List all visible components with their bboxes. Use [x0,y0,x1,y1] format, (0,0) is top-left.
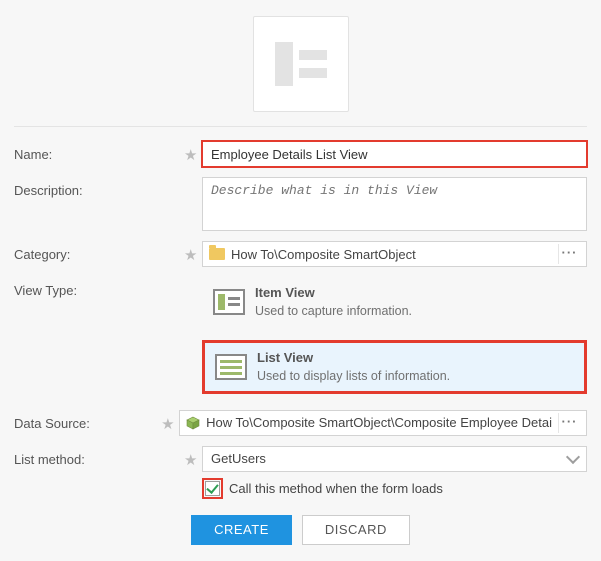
required-star-icon: ★ [184,141,196,164]
header-icon-area [14,10,587,126]
view-type-item[interactable]: Item View Used to capture information. [202,277,587,326]
label-view-type: View Type: [14,277,184,298]
create-button[interactable]: CREATE [191,515,292,545]
divider [14,126,587,127]
folder-icon [209,248,225,260]
view-type-desc: Used to capture information. [255,303,412,320]
browse-icon[interactable]: ··· [558,413,580,433]
label-data-source: Data Source: [14,410,161,431]
smartobject-icon [186,416,200,430]
label-name: Name: [14,141,184,162]
view-type-desc: Used to display lists of information. [257,368,450,385]
browse-icon[interactable]: ··· [558,244,580,264]
discard-button[interactable]: DISCARD [302,515,410,545]
required-star-icon: ★ [161,410,173,433]
required-star-icon: ★ [184,446,196,469]
call-method-checkbox[interactable] [205,481,220,496]
view-type-list[interactable]: List View Used to display lists of infor… [202,340,587,393]
label-list-method: List method: [14,446,184,467]
chevron-down-icon [566,450,580,464]
list-method-select[interactable]: GetUsers [202,446,587,472]
category-picker[interactable]: How To\Composite SmartObject ··· [202,241,587,267]
view-type-title: Item View [255,284,412,302]
label-description: Description: [14,177,184,198]
item-view-icon [213,289,245,315]
form-type-icon [253,16,349,112]
data-source-picker[interactable]: How To\Composite SmartObject\Composite E… [179,410,587,436]
list-view-icon [215,354,247,380]
category-value: How To\Composite SmartObject [231,247,552,262]
view-type-title: List View [257,349,450,367]
description-input[interactable] [202,177,587,231]
checkbox-highlight [202,478,223,499]
list-method-value: GetUsers [211,451,562,466]
required-star-icon: ★ [184,241,196,264]
name-input[interactable] [202,141,587,167]
call-method-label: Call this method when the form loads [229,481,443,496]
label-category: Category: [14,241,184,262]
data-source-value: How To\Composite SmartObject\Composite E… [206,415,552,430]
